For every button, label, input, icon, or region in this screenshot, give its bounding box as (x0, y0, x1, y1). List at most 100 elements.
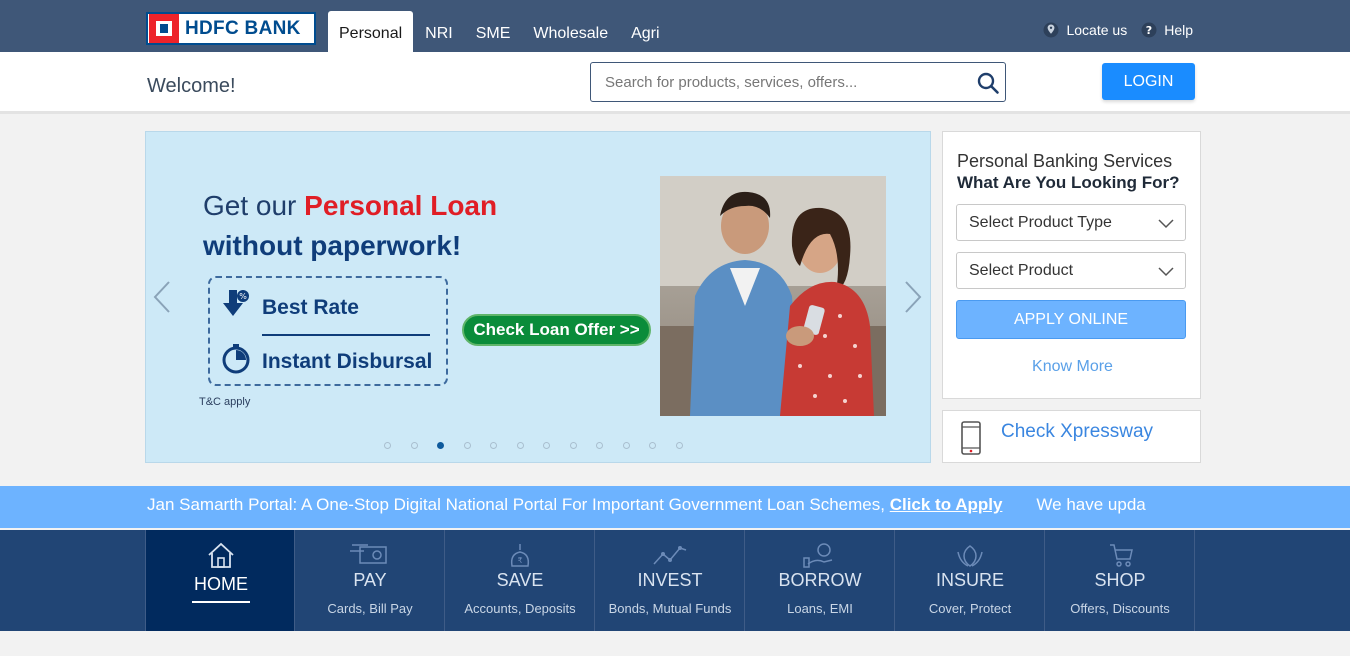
category-nav: HOME PAY Cards, Bill Pay ₹ SAVE Accounts… (0, 530, 1350, 631)
tab-agri[interactable]: Agri (620, 11, 670, 52)
carousel-dots (384, 442, 702, 449)
search-box (590, 62, 1006, 102)
carousel-dot[interactable] (675, 442, 683, 449)
ticker-text: Jan Samarth Portal: A One-Stop Digital N… (147, 495, 890, 514)
chevron-down-icon (1158, 219, 1174, 229)
apply-online-button[interactable]: APPLY ONLINE (956, 300, 1186, 339)
nav-invest-title: INVEST (637, 570, 703, 590)
nav-invest-sub: Bonds, Mutual Funds (608, 601, 732, 616)
carousel-dot[interactable] (384, 442, 391, 449)
carousel-dot[interactable] (649, 442, 656, 449)
logo-text: HDFC BANK (185, 17, 301, 39)
help-link[interactable]: ? Help (1141, 21, 1193, 39)
locate-us-link[interactable]: Locate us (1043, 21, 1127, 39)
carousel-dot[interactable] (596, 442, 603, 449)
carousel-dot[interactable] (463, 442, 471, 449)
borrow-icon (803, 543, 833, 568)
personal-banking-services-panel: Personal Banking Services What Are You L… (942, 131, 1201, 399)
nav-save-sub: Accounts, Deposits (464, 601, 576, 616)
welcome-text: Welcome! (147, 75, 236, 97)
carousel-dot[interactable] (543, 442, 550, 449)
couple-illustration (660, 176, 886, 416)
insure-icon (957, 545, 983, 567)
check-xpressway-card[interactable]: Check Xpressway (942, 410, 1201, 463)
click-to-apply-link[interactable]: Click to Apply (890, 495, 1003, 514)
hdfc-logo[interactable]: HDFC BANK (146, 12, 316, 45)
check-loan-offer-button[interactable]: Check Loan Offer >> (462, 314, 651, 346)
banner-headline-highlight: Personal Loan (304, 190, 498, 221)
search-input[interactable] (591, 63, 961, 101)
carousel-dot[interactable] (490, 442, 497, 449)
tab-sme[interactable]: SME (465, 11, 522, 52)
shop-cart-icon (1110, 544, 1133, 567)
home-icon (208, 542, 234, 568)
nav-insure[interactable]: INSURE Cover, Protect (895, 530, 1045, 631)
nav-borrow-sub: Loans, EMI (787, 601, 853, 616)
nav-home-title: HOME (194, 574, 248, 594)
login-button[interactable]: LOGIN (1102, 63, 1195, 100)
ticker-next-text: We have upda (1036, 495, 1146, 514)
mobile-phone-icon (961, 421, 981, 455)
nav-shop[interactable]: SHOP Offers, Discounts (1045, 530, 1195, 631)
segment-tabs: Personal NRI SME Wholesale Agri (328, 11, 671, 52)
page-footer-strip (0, 631, 1350, 656)
help-label: Help (1164, 22, 1193, 38)
chevron-down-icon (1158, 267, 1174, 277)
svg-text:%: % (239, 292, 247, 301)
feature-best-rate: Best Rate (262, 296, 359, 319)
carousel-dot[interactable] (410, 442, 418, 449)
services-subtitle: What Are You Looking For? (957, 173, 1180, 192)
check-xpressway-label: Check Xpressway (1001, 421, 1154, 442)
product-type-select-value: Select Product Type (969, 213, 1112, 231)
svg-text:?: ? (1146, 24, 1152, 37)
nav-shop-title: SHOP (1094, 570, 1146, 590)
couple-photo (660, 176, 886, 416)
carousel-dot[interactable] (437, 442, 444, 449)
home-active-underline (192, 601, 250, 603)
tnc-text: T&C apply (199, 396, 251, 408)
announcement-ticker: Jan Samarth Portal: A One-Stop Digital N… (0, 486, 1350, 528)
nav-save[interactable]: ₹ SAVE Accounts, Deposits (445, 530, 595, 631)
stopwatch-icon (222, 344, 250, 374)
nav-save-title: SAVE (496, 570, 544, 590)
feature-instant-disbursal: Instant Disbursal (262, 350, 433, 373)
feature-box: % Best Rate Instant Disbursal (208, 276, 448, 386)
nav-shop-sub: Offers, Discounts (1070, 601, 1170, 616)
tab-personal[interactable]: Personal (328, 11, 414, 52)
tab-wholesale[interactable]: Wholesale (522, 11, 619, 52)
pay-icon (350, 544, 387, 564)
location-pin-icon (1043, 22, 1059, 38)
nav-insure-sub: Cover, Protect (928, 601, 1012, 616)
banner-headline: Get our Personal Loan (203, 190, 497, 222)
svg-text:₹: ₹ (517, 556, 522, 565)
carousel-dot[interactable] (516, 442, 524, 449)
locate-us-label: Locate us (1066, 22, 1128, 38)
carousel-next-arrow-icon[interactable] (902, 280, 924, 314)
promo-carousel[interactable]: Get our Personal Loan without paperwork!… (145, 131, 931, 463)
top-bar: HDFC BANK Personal NRI SME Wholesale Agr… (0, 0, 1350, 52)
banner-headline-line2: without paperwork! (203, 230, 462, 261)
nav-home[interactable]: HOME (145, 530, 295, 631)
nav-invest[interactable]: INVEST Bonds, Mutual Funds (595, 530, 745, 631)
nav-borrow-title: BORROW (778, 570, 862, 590)
product-select-value: Select Product (969, 261, 1074, 279)
carousel-prev-arrow-icon[interactable] (151, 280, 173, 314)
rate-down-icon: % (223, 290, 249, 316)
know-more-link[interactable]: Know More (943, 358, 1202, 376)
logo-mark-icon (149, 14, 179, 43)
search-icon[interactable] (976, 71, 1000, 95)
help-icon: ? (1141, 22, 1157, 38)
nav-pay-sub: Cards, Bill Pay (327, 601, 413, 616)
carousel-dot[interactable] (569, 442, 577, 449)
nav-insure-title: INSURE (935, 570, 1004, 590)
header: Welcome! LOGIN (0, 52, 1350, 114)
tab-nri[interactable]: NRI (414, 11, 464, 52)
nav-borrow[interactable]: BORROW Loans, EMI (745, 530, 895, 631)
product-select[interactable]: Select Product (956, 252, 1186, 289)
carousel-dot[interactable] (622, 442, 630, 449)
services-title: Personal Banking Services (957, 151, 1173, 171)
utility-links: Locate us ? Help (1029, 21, 1193, 39)
ticker-content: Jan Samarth Portal: A One-Stop Digital N… (147, 495, 1201, 515)
nav-pay[interactable]: PAY Cards, Bill Pay (295, 530, 445, 631)
product-type-select[interactable]: Select Product Type (956, 204, 1186, 241)
